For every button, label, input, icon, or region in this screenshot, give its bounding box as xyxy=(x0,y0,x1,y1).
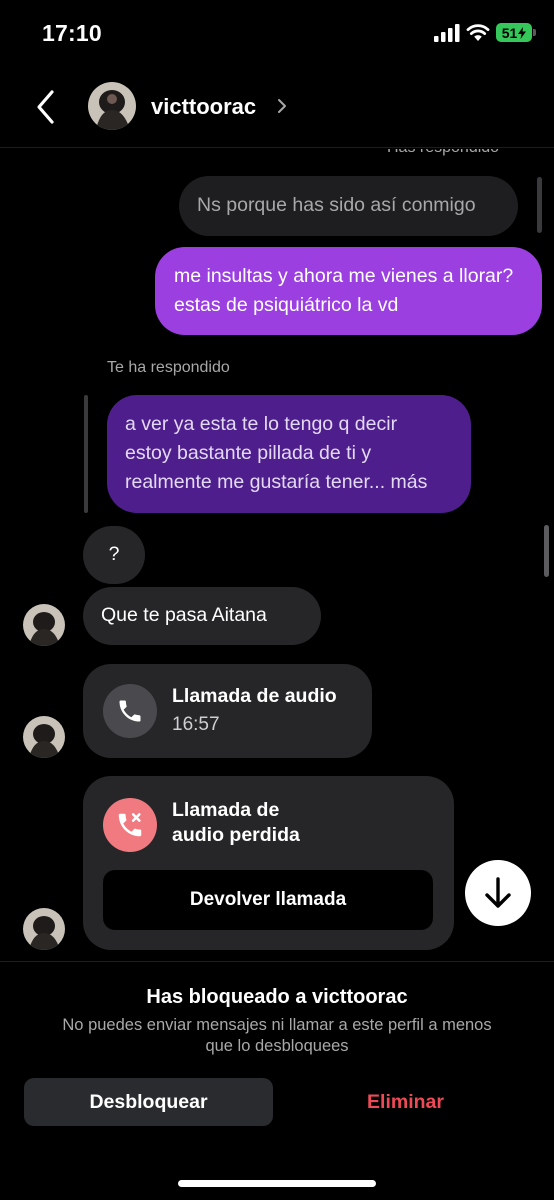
phone-icon-circle xyxy=(103,684,157,738)
received-question-bubble[interactable]: ? xyxy=(83,526,145,584)
chevron-right-icon[interactable] xyxy=(276,96,288,116)
status-time: 17:10 xyxy=(42,20,102,46)
battery-indicator: 51 xyxy=(496,23,532,42)
sent-message-bubble[interactable]: me insultas y ahora me vienes a llorar? … xyxy=(155,247,542,335)
callback-button[interactable]: Devolver llamada xyxy=(103,870,433,930)
missed-call-icon-circle xyxy=(103,798,157,852)
arrow-down-icon xyxy=(485,877,511,908)
delete-button[interactable]: Eliminar xyxy=(281,1078,530,1126)
chat-scrollbar[interactable] xyxy=(544,525,549,577)
header-avatar[interactable] xyxy=(88,82,136,130)
missed-call-card[interactable]: Llamada de audio perdida Devolver llamad… xyxy=(83,776,454,950)
signal-icon xyxy=(434,24,460,42)
reply-bar xyxy=(84,395,88,513)
status-bar: 17:10 51 xyxy=(0,0,554,68)
missed-call-icon xyxy=(118,813,142,837)
header-username[interactable]: victtoorac xyxy=(151,94,256,120)
chat-header: victtoorac xyxy=(0,68,554,148)
audio-call-title: Llamada de audio xyxy=(172,685,337,707)
back-icon[interactable] xyxy=(32,88,60,126)
quoted-received-line3: realmente me gustaría tener... más xyxy=(125,471,428,493)
blocked-desc-line1: No puedes enviar mensajes ni llamar a es… xyxy=(62,1016,492,1034)
missed-call-title-line2: audio perdida xyxy=(172,824,300,846)
quoted-received-bubble[interactable]: a ver ya esta te lo tengo q decir estoy … xyxy=(107,395,471,513)
received-message-text: Que te pasa Aitana xyxy=(101,604,267,626)
battery-tip xyxy=(533,29,536,36)
home-indicator[interactable] xyxy=(178,1180,376,1187)
chat-messages[interactable]: Has respondido Ns porque has sido así co… xyxy=(0,149,554,961)
quoted-received-line2: estoy bastante pillada de ti y xyxy=(125,442,372,464)
wifi-icon xyxy=(466,24,490,41)
sent-message-text: me insultas y ahora me vienes a llorar? … xyxy=(174,265,514,316)
quoted-message-bubble[interactable]: Ns porque has sido así conmigo xyxy=(179,176,518,236)
avatar[interactable] xyxy=(23,716,65,758)
avatar[interactable] xyxy=(23,604,65,646)
footer-divider xyxy=(0,961,554,962)
phone-icon xyxy=(119,700,141,722)
missed-call-title-line1: Llamada de xyxy=(172,799,280,821)
quoted-message-text: Ns porque has sido así conmigo xyxy=(197,194,476,216)
received-question-text: ? xyxy=(108,543,120,565)
quote-scroll-indicator xyxy=(537,177,542,233)
unblock-button[interactable]: Desbloquear xyxy=(24,1078,273,1126)
audio-call-time: 16:57 xyxy=(172,714,220,735)
reply-label-sent: Has respondido xyxy=(387,149,499,157)
quoted-received-line1: a ver ya esta te lo tengo q decir xyxy=(125,413,398,435)
charging-bolt-icon xyxy=(518,26,527,39)
blocked-description: No puedes enviar mensajes ni llamar a es… xyxy=(30,1015,524,1057)
battery-level: 51 xyxy=(501,24,518,41)
audio-call-card[interactable]: Llamada de audio 16:57 xyxy=(83,664,372,758)
received-message-bubble[interactable]: Que te pasa Aitana xyxy=(83,587,321,645)
reply-label-received: Te ha respondido xyxy=(107,359,230,376)
scroll-down-button[interactable] xyxy=(465,860,531,926)
avatar[interactable] xyxy=(23,908,65,950)
blocked-desc-line2: que lo desbloquees xyxy=(205,1037,349,1055)
blocked-title: Has bloqueado a victtoorac xyxy=(146,986,408,1008)
